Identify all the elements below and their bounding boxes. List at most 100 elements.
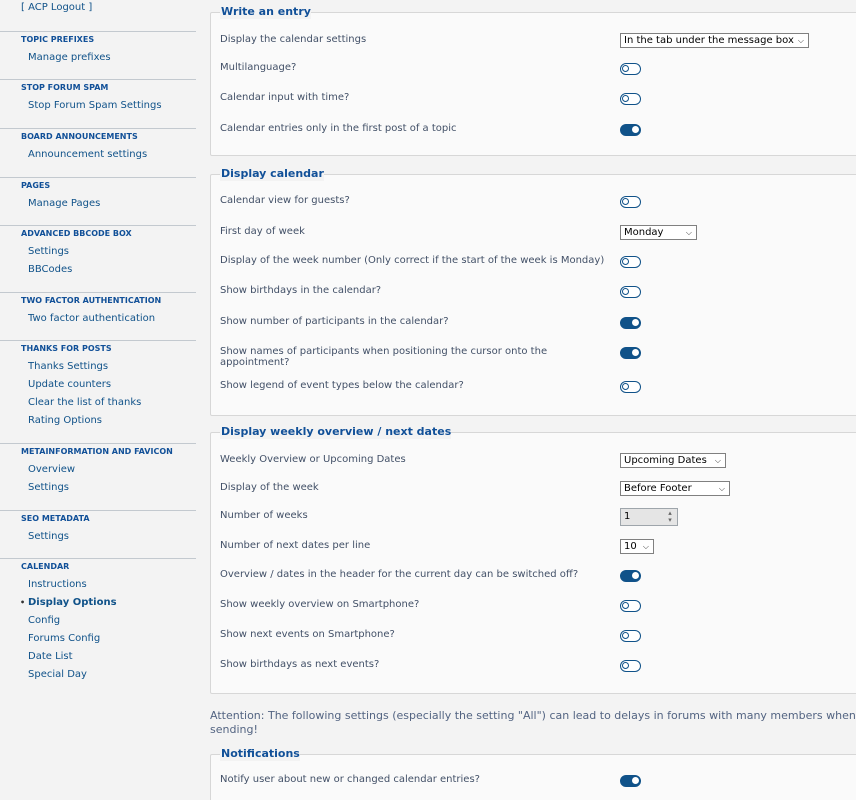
attention-notice: Attention: The following settings (espec… xyxy=(210,709,856,736)
setting-label: Notify user about new or changed calenda… xyxy=(220,774,480,785)
select-value: Upcoming Dates xyxy=(624,455,707,466)
sidebar-item-seo-settings[interactable]: Settings xyxy=(0,528,196,546)
setting-label: Display of the week xyxy=(220,482,319,493)
sidebar-section-title: ADVANCED BBCODE BOX xyxy=(0,225,196,243)
sidebar-item-bbcodes[interactable]: BBCodes xyxy=(0,261,196,279)
setting-label: Display the calendar settings xyxy=(220,34,367,45)
select-value: Before Footer xyxy=(624,483,692,494)
setting-label: Show next events on Smartphone? xyxy=(220,629,395,640)
sidebar-section-thanks-for-posts: THANKS FOR POSTS Thanks Settings Update … xyxy=(0,340,196,430)
main-content: Write an entry Display the calendar sett… xyxy=(210,0,856,800)
fieldset-legend: Write an entry xyxy=(220,5,311,19)
setting-label: Show names of participants when position… xyxy=(220,346,548,368)
sidebar-item-instructions[interactable]: Instructions xyxy=(0,576,196,594)
week-number-toggle[interactable] xyxy=(620,256,641,268)
sidebar-section-title: CALENDAR xyxy=(0,558,196,576)
sidebar-item-manage-pages[interactable]: Manage Pages xyxy=(0,195,196,213)
input-time-toggle[interactable] xyxy=(620,93,641,105)
chevron-down-icon: ⌵ xyxy=(642,542,649,551)
setting-label: Multilanguage? xyxy=(220,62,297,73)
setting-label: Overview / dates in the header for the c… xyxy=(220,569,579,580)
setting-label: Show weekly overview on Smartphone? xyxy=(220,599,420,610)
fieldset-legend: Notifications xyxy=(220,747,300,761)
notify-user-toggle[interactable] xyxy=(620,775,641,787)
smartphone-weekly-toggle[interactable] xyxy=(620,600,641,612)
sidebar-section-pages: PAGES Manage Pages xyxy=(0,177,196,213)
sidebar-item-label: Display Options xyxy=(28,597,117,608)
legend-types-toggle[interactable] xyxy=(620,381,641,393)
sidebar-section-calendar: CALENDAR Instructions • Display Options … xyxy=(0,558,196,684)
sidebar-section-title: STOP FORUM SPAM xyxy=(0,79,196,97)
fieldset-display-calendar: Display calendar Calendar view for guest… xyxy=(210,167,856,416)
setting-label: Show birthdays as next events? xyxy=(220,659,380,670)
guests-toggle[interactable] xyxy=(620,196,641,208)
sidebar-item-stop-forum-spam-settings[interactable]: Stop Forum Spam Settings xyxy=(0,97,196,115)
sidebar-item-clear-thanks[interactable]: Clear the list of thanks xyxy=(0,394,196,412)
sidebar-section-topic-prefixes: TOPIC PREFIXES Manage prefixes xyxy=(0,31,196,67)
sidebar-section-title: TOPIC PREFIXES xyxy=(0,31,196,49)
first-post-toggle[interactable] xyxy=(620,124,641,136)
chevron-down-icon: ⌵ xyxy=(718,484,725,493)
chevron-down-icon: ⌵ xyxy=(714,456,721,465)
fieldset-legend: Display calendar xyxy=(220,167,324,181)
setting-label: Show number of participants in the calen… xyxy=(220,316,449,327)
sidebar-section-title: SEO METADATA xyxy=(0,510,196,528)
sidebar-item-update-counters[interactable]: Update counters xyxy=(0,376,196,394)
multilanguage-toggle[interactable] xyxy=(620,63,641,75)
select-value: 10 xyxy=(624,541,637,552)
birthdays-next-toggle[interactable] xyxy=(620,660,641,672)
next-dates-select[interactable]: 10 ⌵ xyxy=(620,539,654,554)
birthdays-toggle[interactable] xyxy=(620,286,641,298)
sidebar-item-two-factor-authentication[interactable]: Two factor authentication xyxy=(0,310,196,328)
sidebar-item-display-options[interactable]: • Display Options xyxy=(0,594,196,612)
setting-label: Calendar view for guests? xyxy=(220,195,350,206)
sidebar: [ ACP Logout ] TOPIC PREFIXES Manage pre… xyxy=(0,0,196,800)
sidebar-item-overview[interactable]: Overview xyxy=(0,461,196,479)
number-weeks-input[interactable]: 1 ▴ ▾ xyxy=(620,508,678,526)
sidebar-section-title: PAGES xyxy=(0,177,196,195)
setting-label: Weekly Overview or Upcoming Dates xyxy=(220,454,406,465)
fieldset-notifications: Notifications Notify user about new or c… xyxy=(210,747,856,800)
spinner-icon[interactable]: ▴ ▾ xyxy=(665,510,675,524)
overview-mode-select[interactable]: Upcoming Dates ⌵ xyxy=(620,453,726,468)
sidebar-item-thanks-settings[interactable]: Thanks Settings xyxy=(0,358,196,376)
sidebar-item-forums-config[interactable]: Forums Config xyxy=(0,630,196,648)
smartphone-events-toggle[interactable] xyxy=(620,630,641,642)
fieldset-weekly-overview: Display weekly overview / next dates Wee… xyxy=(210,425,856,694)
setting-label: Show birthdays in the calendar? xyxy=(220,285,382,296)
sidebar-section-stop-forum-spam: STOP FORUM SPAM Stop Forum Spam Settings xyxy=(0,79,196,115)
select-value: Monday xyxy=(624,227,664,238)
acp-logout-link[interactable]: [ ACP Logout ] xyxy=(21,2,92,13)
participant-names-toggle[interactable] xyxy=(620,347,641,359)
setting-label: Display of the week number (Only correct… xyxy=(220,255,605,266)
input-value: 1 xyxy=(624,511,631,522)
sidebar-item-manage-prefixes[interactable]: Manage prefixes xyxy=(0,49,196,67)
setting-label: Show legend of event types below the cal… xyxy=(220,380,464,391)
setting-label: Number of next dates per line xyxy=(220,540,371,551)
sidebar-section-title: METAINFORMATION AND FAVICON xyxy=(0,443,196,461)
sidebar-item-announcement-settings[interactable]: Announcement settings xyxy=(0,146,196,164)
sidebar-section-title: TWO FACTOR AUTHENTICATION xyxy=(0,292,196,310)
sidebar-section-seo-metadata: SEO METADATA Settings xyxy=(0,510,196,546)
sidebar-section-advanced-bbcode-box: ADVANCED BBCODE BOX Settings BBCodes xyxy=(0,225,196,279)
chevron-down-icon: ⌵ xyxy=(797,36,804,45)
sidebar-item-meta-settings[interactable]: Settings xyxy=(0,479,196,497)
sidebar-section-title: BOARD ANNOUNCEMENTS xyxy=(0,128,196,146)
sidebar-item-date-list[interactable]: Date List xyxy=(0,648,196,666)
chevron-down-icon: ⌵ xyxy=(685,228,692,237)
setting-label: Calendar input with time? xyxy=(220,92,350,103)
header-switch-off-toggle[interactable] xyxy=(620,570,641,582)
sidebar-item-config[interactable]: Config xyxy=(0,612,196,630)
sidebar-section-metainformation: METAINFORMATION AND FAVICON Overview Set… xyxy=(0,443,196,497)
setting-label: Calendar entries only in the first post … xyxy=(220,123,457,134)
sidebar-item-special-day[interactable]: Special Day xyxy=(0,666,196,684)
participants-toggle[interactable] xyxy=(620,317,641,329)
display-settings-select[interactable]: In the tab under the message box ⌵ xyxy=(620,33,809,48)
sidebar-section-title: THANKS FOR POSTS xyxy=(0,340,196,358)
display-week-select[interactable]: Before Footer ⌵ xyxy=(620,481,730,496)
select-value: In the tab under the message box xyxy=(624,35,794,46)
first-day-select[interactable]: Monday ⌵ xyxy=(620,225,697,240)
active-marker-icon: • xyxy=(20,598,26,607)
sidebar-item-bbcode-settings[interactable]: Settings xyxy=(0,243,196,261)
sidebar-item-rating-options[interactable]: Rating Options xyxy=(0,412,196,430)
